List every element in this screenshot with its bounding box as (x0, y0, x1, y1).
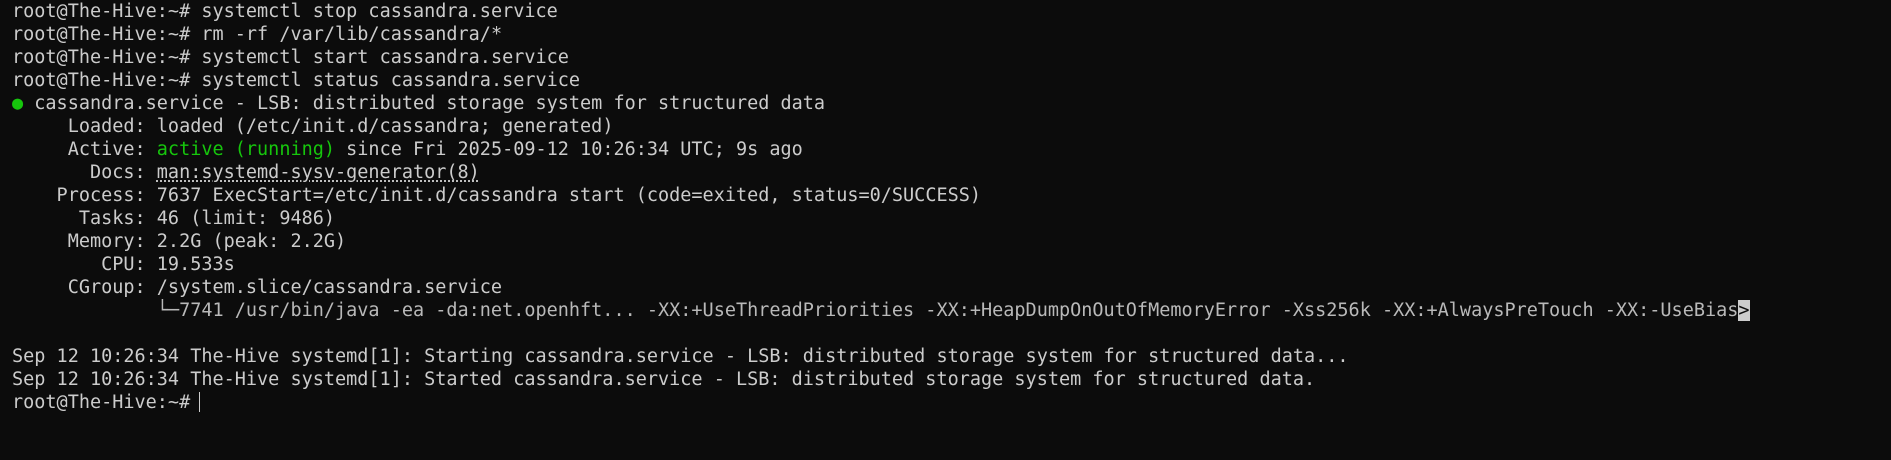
status-field-label: Process: (12, 185, 146, 206)
status-field-value: /system.slice/cassandra.service (156, 277, 503, 298)
status-cgroup-row: CGroup: /system.slice/cassandra.service (12, 276, 1891, 299)
service-description: cassandra.service - LSB: distributed sto… (34, 93, 826, 114)
status-dot-icon: ● (12, 93, 24, 114)
text-cursor (199, 392, 201, 412)
status-field-label: Loaded: (12, 116, 146, 137)
status-field-value: since Fri 2025-09-12 10:26:34 UTC; 9s ag… (346, 139, 803, 160)
active-state: active (running) (156, 139, 336, 160)
status-process-row: Process: 7637 ExecStart=/etc/init.d/cass… (12, 184, 1891, 207)
status-field-value: 19.533s (156, 254, 235, 275)
status-cpu-row: CPU: 19.533s (12, 253, 1891, 276)
command-line-1: root@The-Hive:~# systemctl stop cassandr… (12, 0, 1891, 23)
command-text: systemctl status cassandra.service (201, 70, 581, 91)
current-prompt-line[interactable]: root@The-Hive:~# (12, 391, 1891, 414)
prompt: root@The-Hive:~# (12, 24, 191, 45)
status-field-value: 7637 ExecStart=/etc/init.d/cassandra sta… (156, 185, 982, 206)
status-header: ● cassandra.service - LSB: distributed s… (12, 92, 1891, 115)
command-text: rm -rf /var/lib/cassandra/* (201, 24, 503, 45)
status-field-label: Memory: (12, 231, 146, 252)
prompt: root@The-Hive:~# (12, 1, 191, 22)
status-field-label: CPU: (12, 254, 146, 275)
status-docs-row: Docs: man:systemd-sysv-generator(8) (12, 161, 1891, 184)
status-field-label: Docs: (12, 162, 146, 183)
status-loaded-row: Loaded: loaded (/etc/init.d/cassandra; g… (12, 115, 1891, 138)
command-line-4: root@The-Hive:~# systemctl status cassan… (12, 69, 1891, 92)
status-tasks-row: Tasks: 46 (limit: 9486) (12, 207, 1891, 230)
cgroup-process-row: └─7741 /usr/bin/java -ea -da:net.openhft… (12, 299, 1891, 322)
command-text: systemctl start cassandra.service (201, 47, 569, 68)
truncation-marker: > (1738, 300, 1750, 321)
prompt: root@The-Hive:~# (12, 47, 191, 68)
command-line-2: root@The-Hive:~# rm -rf /var/lib/cassand… (12, 23, 1891, 46)
prompt: root@The-Hive:~# (12, 392, 191, 413)
status-active-row: Active: active (running) since Fri 2025-… (12, 138, 1891, 161)
log-line: Sep 12 10:26:34 The-Hive systemd[1]: Sta… (12, 346, 1349, 367)
status-field-label: Active: (12, 139, 146, 160)
log-line: Sep 12 10:26:34 The-Hive systemd[1]: Sta… (12, 369, 1316, 390)
command-line-3: root@The-Hive:~# systemctl start cassand… (12, 46, 1891, 69)
docs-link[interactable]: man:systemd-sysv-generator(8) (157, 162, 480, 183)
status-field-value: 2.2G (peak: 2.2G) (156, 231, 347, 252)
command-text: systemctl stop cassandra.service (201, 1, 558, 22)
status-field-label: Tasks: (12, 208, 146, 229)
cgroup-process-text: └─7741 /usr/bin/java -ea -da:net.openhft… (12, 300, 1739, 321)
prompt: root@The-Hive:~# (12, 70, 191, 91)
status-field-value: loaded (/etc/init.d/cassandra; generated… (156, 116, 614, 137)
status-field-label: CGroup: (12, 277, 146, 298)
status-memory-row: Memory: 2.2G (peak: 2.2G) (12, 230, 1891, 253)
status-field-value: 46 (limit: 9486) (156, 208, 336, 229)
terminal-window[interactable]: root@The-Hive:~# systemctl stop cassandr… (0, 0, 1891, 460)
